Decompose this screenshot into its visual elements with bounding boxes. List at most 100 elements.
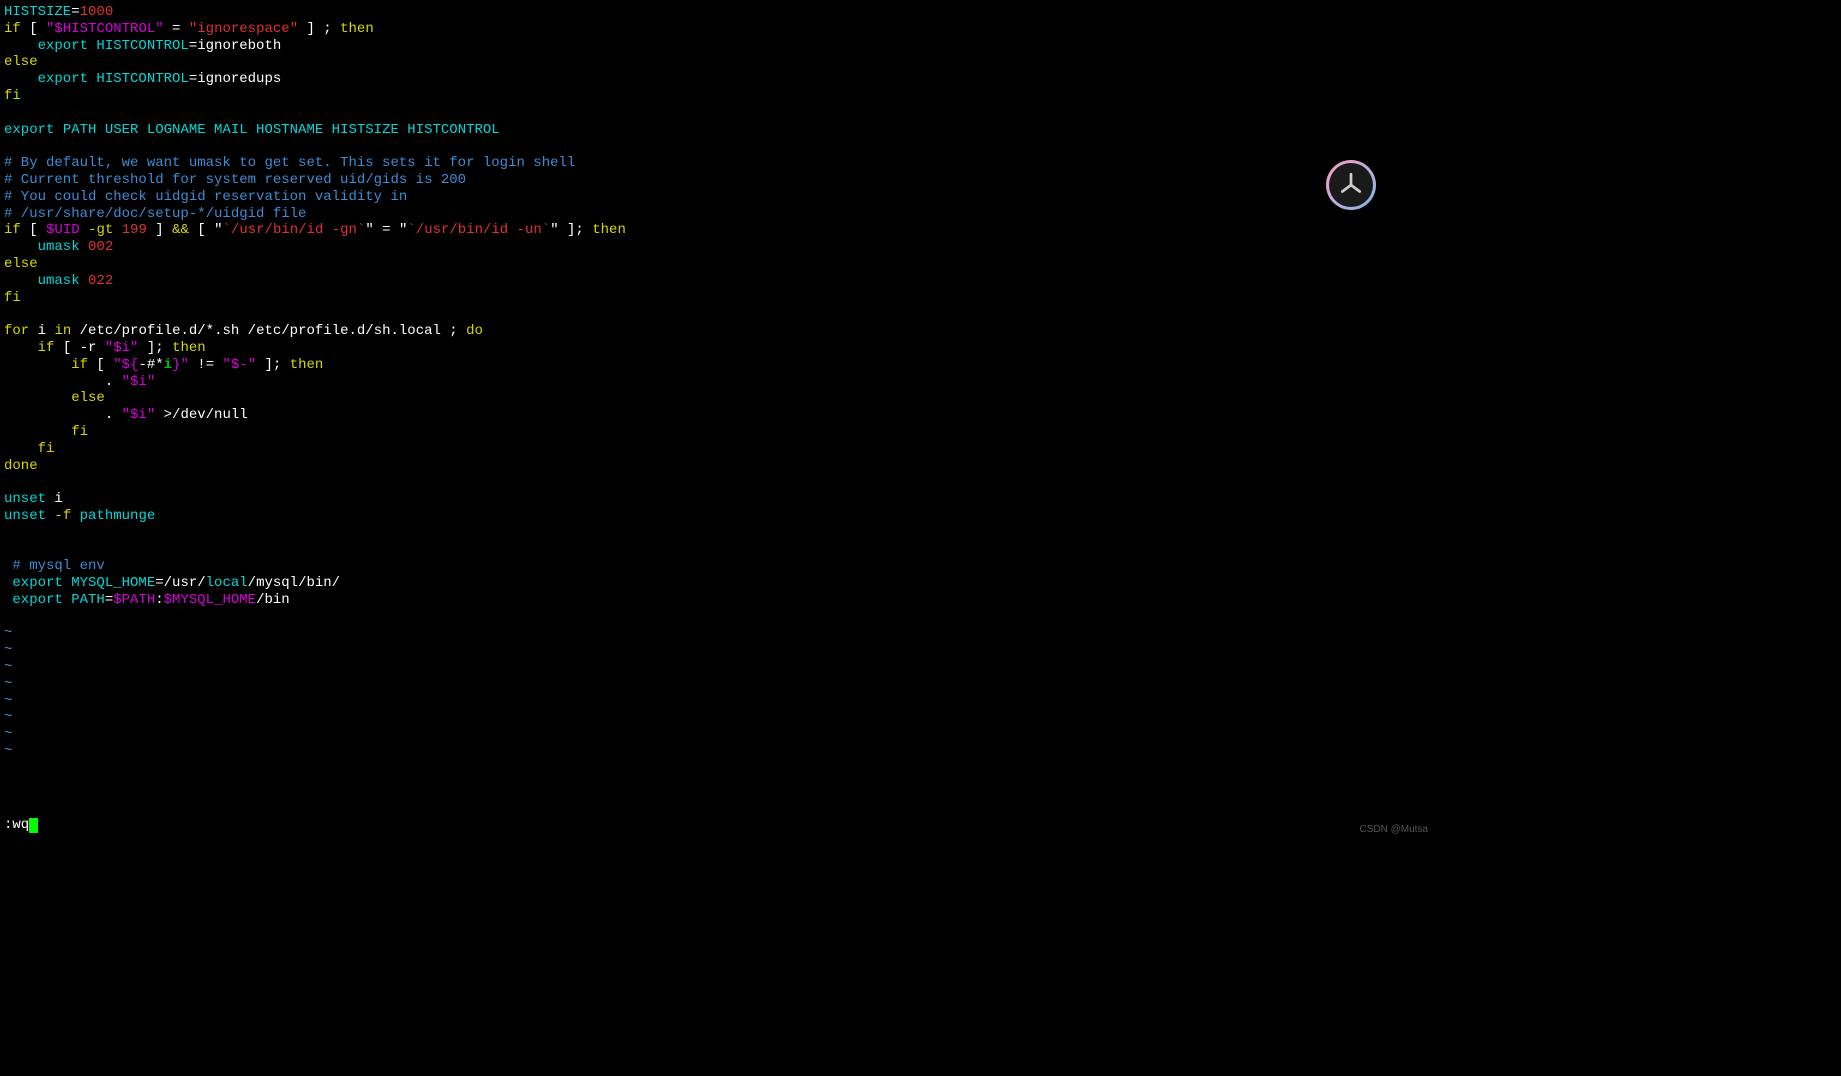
token: export — [4, 575, 63, 591]
token: fi — [4, 290, 21, 306]
code-line: HISTSIZE=1000 — [4, 4, 1432, 21]
token: "$HISTCONTROL" — [46, 21, 164, 37]
token: $PATH — [113, 592, 155, 608]
token: pathmunge — [71, 508, 155, 524]
editor-content[interactable]: HISTSIZE=1000 if [ "$HISTCONTROL" = "ign… — [4, 4, 1432, 760]
code-line: export HISTCONTROL=ignoredups — [4, 71, 1432, 88]
token: ]; — [256, 357, 290, 373]
token: for — [4, 323, 29, 339]
code-line: # mysql env — [4, 558, 1432, 575]
code-line: if [ $UID -gt 199 ] && [ "`/usr/bin/id -… — [4, 222, 1432, 239]
empty-line-marker: ~ — [4, 659, 1432, 676]
token: PATH USER LOGNAME MAIL HOSTNAME HISTSIZE… — [54, 122, 499, 138]
token: then — [340, 21, 374, 37]
token: else — [4, 54, 38, 70]
token: export — [4, 592, 63, 608]
token: [ — [189, 222, 214, 238]
token: `/usr/bin/id -un` — [407, 222, 550, 238]
code-line: unset i — [4, 491, 1432, 508]
code-line: fi — [4, 424, 1432, 441]
logo-icon — [1338, 172, 1364, 198]
token: in — [54, 323, 71, 339]
code-line: fi — [4, 441, 1432, 458]
token: then — [172, 340, 206, 356]
code-line: . "$i" — [4, 374, 1432, 391]
code-line: # /usr/share/doc/setup-*/uidgid file — [4, 206, 1432, 223]
code-line: umask 002 — [4, 239, 1432, 256]
token: unset — [4, 491, 46, 507]
code-line: unset -f pathmunge — [4, 508, 1432, 525]
token: = — [374, 222, 399, 238]
token: "$-" — [223, 357, 257, 373]
code-line: # Current threshold for system reserved … — [4, 172, 1432, 189]
comment: # /usr/share/doc/setup-*/uidgid file — [4, 206, 306, 222]
code-line: # By default, we want umask to get set. … — [4, 155, 1432, 172]
token: PATH — [63, 592, 105, 608]
token: = — [155, 575, 163, 591]
token: "$i" — [105, 340, 139, 356]
token: then — [290, 357, 324, 373]
code-line: done — [4, 458, 1432, 475]
token: > — [155, 407, 172, 423]
token: fi — [4, 441, 54, 457]
token: else — [4, 390, 105, 406]
code-line: export MYSQL_HOME=/usr/local/mysql/bin/ — [4, 575, 1432, 592]
token: if — [4, 222, 21, 238]
token: /bin — [256, 592, 290, 608]
token: MYSQL_HOME — [63, 575, 155, 591]
token: [ — [88, 357, 113, 373]
code-line — [4, 138, 1432, 155]
token: [ -r — [54, 340, 104, 356]
token: /dev/null — [172, 407, 248, 423]
token: export — [4, 71, 88, 87]
token: = — [105, 592, 113, 608]
token: = — [189, 38, 197, 54]
empty-line-marker: ~ — [4, 676, 1432, 693]
token: " — [365, 222, 373, 238]
empty-line-marker: ~ — [4, 693, 1432, 710]
token: HISTCONTROL — [88, 71, 189, 87]
token: [ — [21, 21, 46, 37]
token: HISTSIZE — [4, 4, 71, 20]
token: HISTCONTROL — [88, 38, 189, 54]
code-line: if [ -r "$i" ]; then — [4, 340, 1432, 357]
code-line: if [ "${-#*i}" != "$-" ]; then — [4, 357, 1432, 374]
token: -f — [46, 508, 71, 524]
token: umask — [4, 273, 80, 289]
token: ignoreboth — [197, 38, 281, 54]
empty-line-marker: ~ — [4, 642, 1432, 659]
token: if — [4, 357, 88, 373]
empty-line-marker: ~ — [4, 709, 1432, 726]
token: ]; — [138, 340, 172, 356]
token: 002 — [80, 239, 114, 255]
token: /usr/ — [164, 575, 206, 591]
vim-command-line[interactable]: :wq — [4, 817, 38, 834]
token: . — [4, 407, 122, 423]
token: " — [214, 222, 222, 238]
watermark: CSDN @Mutsa — [1360, 824, 1429, 836]
code-line: for i in /etc/profile.d/*.sh /etc/profil… — [4, 323, 1432, 340]
token: umask — [4, 239, 80, 255]
code-line: export HISTCONTROL=ignoreboth — [4, 38, 1432, 55]
code-line — [4, 609, 1432, 626]
token: -#* — [138, 357, 163, 373]
token: /mysql/bin/ — [248, 575, 340, 591]
token: [ — [21, 222, 46, 238]
comment: # mysql env — [4, 558, 105, 574]
token: = — [71, 4, 79, 20]
logo-inner — [1329, 163, 1373, 207]
token: -gt — [80, 222, 122, 238]
code-line: export PATH=$PATH:$MYSQL_HOME/bin — [4, 592, 1432, 609]
token: && — [172, 222, 189, 238]
token: "$i" — [122, 407, 156, 423]
token: "${ — [113, 357, 138, 373]
token: fi — [4, 88, 21, 104]
token: "ignorespace" — [189, 21, 298, 37]
token: done — [4, 458, 38, 474]
token: $UID — [46, 222, 80, 238]
token: ] — [147, 222, 172, 238]
empty-line-marker: ~ — [4, 743, 1432, 760]
code-line: export PATH USER LOGNAME MAIL HOSTNAME H… — [4, 122, 1432, 139]
empty-line-marker: ~ — [4, 726, 1432, 743]
token: 1000 — [80, 4, 114, 20]
